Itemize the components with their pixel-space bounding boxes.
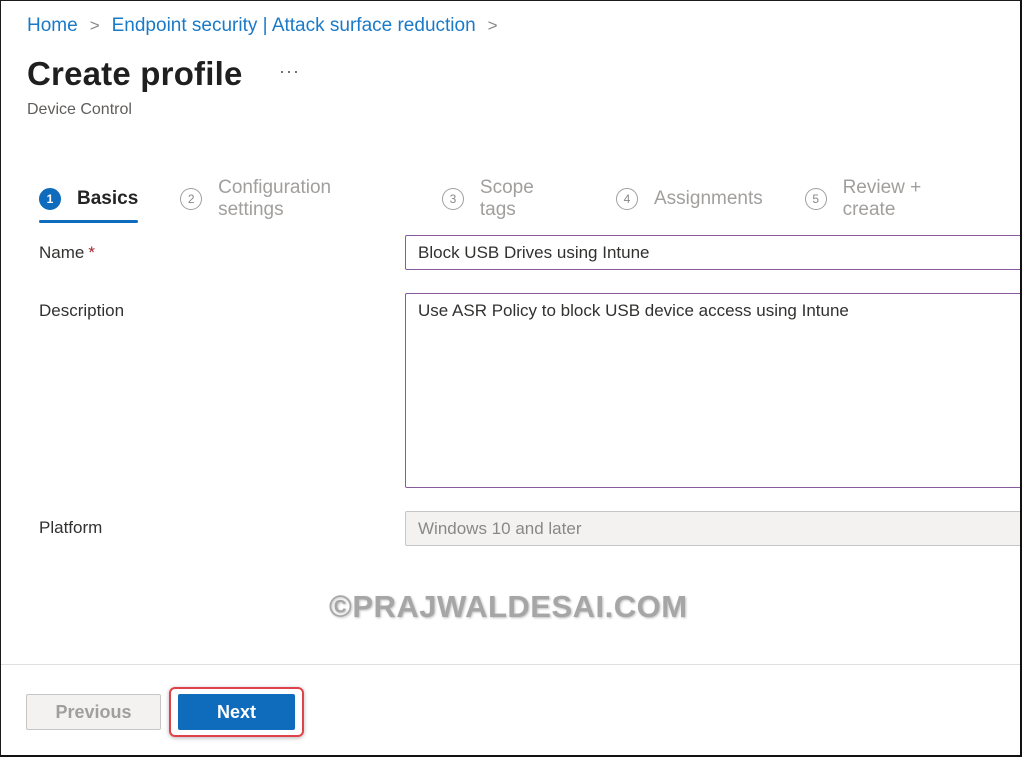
name-label-text: Name [39, 243, 85, 262]
step-number-badge: 5 [804, 188, 827, 210]
more-options-icon[interactable]: ··· [279, 61, 300, 82]
platform-select: Windows 10 and later [405, 511, 1020, 546]
watermark: ©PRAJWALDESAI.COM [329, 589, 688, 624]
previous-button[interactable]: Previous [26, 694, 161, 730]
step-label: Configuration settings [218, 177, 332, 220]
description-label: Description [39, 301, 125, 320]
create-profile-page: Home > Endpoint security | Attack surfac… [0, 0, 1022, 757]
page-title: Create profile [27, 55, 243, 92]
step-number-badge: 2 [180, 188, 203, 210]
breadcrumb: Home > Endpoint security | Attack surfac… [27, 15, 510, 37]
step-label: Review + create [842, 177, 922, 220]
platform-label: Platform [39, 518, 103, 537]
chevron-right-icon: > [487, 16, 498, 35]
name-label: Name * [39, 243, 95, 263]
breadcrumb-home[interactable]: Home [27, 15, 78, 37]
step-label: Assignments [654, 188, 763, 209]
step-number-badge: 1 [39, 188, 61, 210]
step-number-badge: 4 [616, 188, 638, 210]
step-assignments[interactable]: 4 Assignments [616, 188, 763, 210]
next-button[interactable]: Next [178, 694, 295, 730]
name-input[interactable]: Block USB Drives using Intune [405, 235, 1020, 270]
step-scope-tags[interactable]: 3 Scope tags [442, 177, 574, 221]
step-label: Basics [77, 188, 139, 209]
step-basics[interactable]: 1 Basics [39, 188, 139, 223]
description-textarea[interactable]: Use ASR Policy to block USB device acces… [405, 293, 1020, 488]
required-marker: * [88, 243, 95, 262]
step-review-create[interactable]: 5 Review + create [804, 177, 978, 221]
step-number-badge: 3 [442, 188, 464, 210]
breadcrumb-endpoint-security-asr[interactable]: Endpoint security | Attack surface reduc… [112, 15, 476, 37]
page-subtitle: Device Control [27, 101, 132, 118]
step-label: Scope tags [479, 177, 534, 220]
chevron-right-icon: > [89, 16, 100, 35]
wizard-steps: 1 Basics 2 Configuration settings 3 Scop… [39, 177, 1020, 223]
footer-divider [1, 664, 1020, 665]
step-configuration-settings[interactable]: 2 Configuration settings [180, 177, 400, 221]
